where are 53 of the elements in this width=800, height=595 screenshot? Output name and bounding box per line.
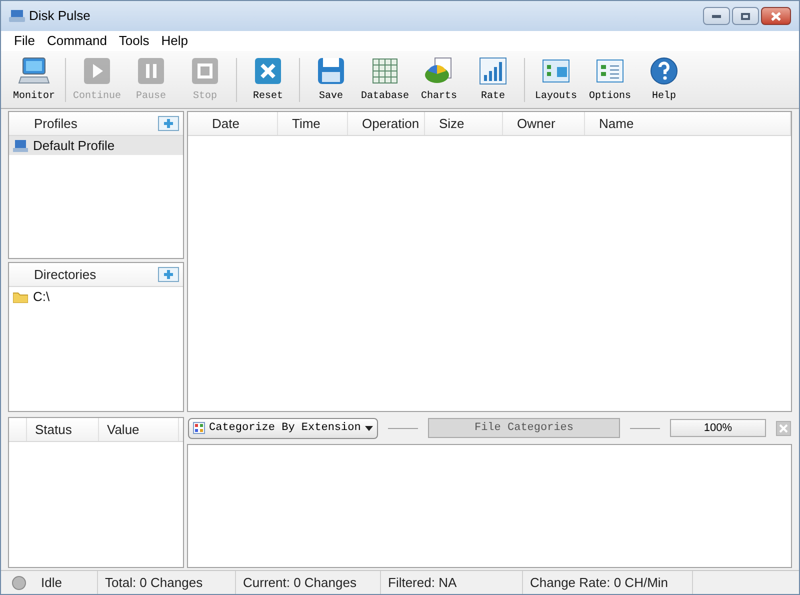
maximize-button[interactable] <box>732 7 759 25</box>
play-icon <box>81 55 113 87</box>
toolbar-button[interactable]: Monitor <box>7 52 61 106</box>
plus-icon <box>163 269 174 280</box>
zoom-percent: 100% <box>670 419 766 437</box>
close-icon <box>771 12 781 20</box>
grid-icon <box>193 422 205 434</box>
status-text: Filtered: NA <box>381 571 523 594</box>
toolbar-button[interactable]: Help <box>637 52 692 106</box>
column-header[interactable]: Value <box>99 418 179 441</box>
window-title: Disk Pulse <box>29 7 90 26</box>
toolbar-button[interactable]: Reset <box>241 52 296 106</box>
category-dropdown[interactable]: Categorize By Extension <box>188 418 378 438</box>
folder-icon <box>13 290 28 302</box>
add-button[interactable] <box>158 116 179 131</box>
caret-icon <box>365 426 373 430</box>
column-header[interactable]: Owner <box>503 112 585 135</box>
menu-item[interactable]: Command <box>42 31 112 51</box>
toolbar-button[interactable]: Database <box>358 52 412 106</box>
column-header[interactable]: Size <box>425 112 503 135</box>
toolbar-button[interactable]: Layouts <box>529 52 584 106</box>
menu-item[interactable]: Help <box>156 31 194 51</box>
column-header[interactable]: Operation <box>348 112 425 135</box>
status-text: Total: 0 Changes <box>98 571 236 594</box>
column-header[interactable]: Status <box>27 418 99 441</box>
file-categories-button[interactable]: File Categories <box>428 418 620 438</box>
maximize-icon <box>741 12 750 20</box>
minimize-icon <box>712 14 721 18</box>
status-text: Idle <box>38 571 98 594</box>
toolbar-button[interactable]: Rate <box>466 52 520 106</box>
close-button[interactable] <box>761 7 791 25</box>
panel-title: Directories <box>34 266 96 284</box>
plus-icon <box>163 118 174 129</box>
toolbar-button[interactable]: Charts <box>412 52 466 106</box>
close-icon <box>779 424 788 432</box>
app-icon <box>9 9 25 23</box>
bar-chart-icon <box>477 55 510 87</box>
menu-item[interactable]: Tools <box>114 31 154 51</box>
column-header[interactable]: Time <box>278 112 348 135</box>
panel-title: Profiles <box>34 114 78 133</box>
column-header[interactable]: Date <box>198 112 278 135</box>
add-button[interactable] <box>158 267 179 282</box>
toolbar-button[interactable]: Save <box>304 52 358 106</box>
status-text: Current: 0 Changes <box>236 571 381 594</box>
minimize-button[interactable] <box>703 7 730 25</box>
list-item[interactable]: Default Profile <box>9 136 183 155</box>
help-icon <box>648 55 680 87</box>
column-header[interactable]: Name <box>585 112 791 135</box>
toolbar-button[interactable]: Options <box>583 52 638 106</box>
status-indicator <box>12 576 26 590</box>
menu-item[interactable]: File <box>9 31 40 51</box>
status-text: Change Rate: 0 CH/Min <box>523 571 693 594</box>
monitor-icon <box>13 138 28 152</box>
